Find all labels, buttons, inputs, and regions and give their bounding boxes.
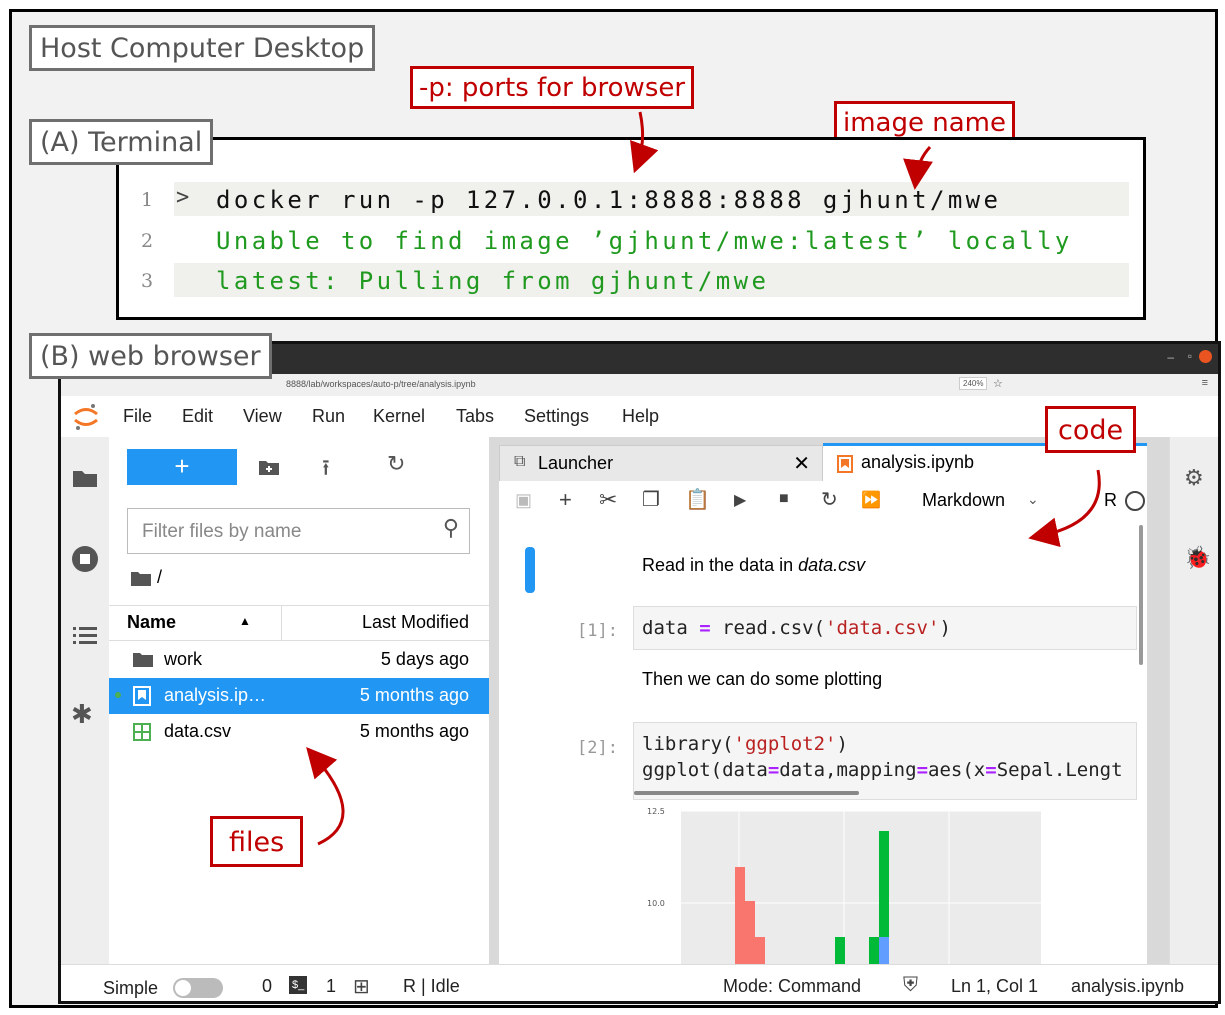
image-name-arrow xyxy=(903,145,933,190)
files-arrow xyxy=(306,746,345,846)
annotation-arrows xyxy=(306,111,1101,846)
code-arrow xyxy=(1028,469,1101,548)
ports-arrow xyxy=(630,111,659,174)
